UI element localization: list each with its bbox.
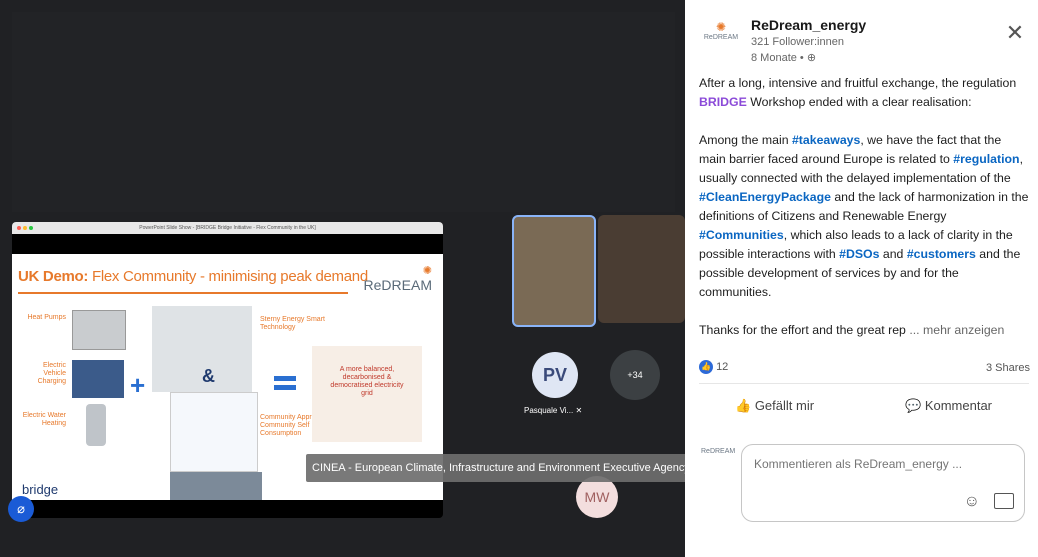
post-paragraph-1: After a long, intensive and fruitful exc…	[699, 74, 1029, 112]
ampersand-icon: &	[202, 366, 215, 386]
hashtag-cleanenergypackage[interactable]: #CleanEnergyPackage	[699, 190, 831, 204]
post-paragraph-2: Among the main #takeaways, we have the f…	[699, 131, 1029, 302]
reaction-number: 12	[716, 360, 729, 373]
share-count[interactable]: 3 Shares	[986, 362, 1030, 374]
ev-charging-image	[72, 360, 124, 398]
divider	[699, 383, 1029, 384]
like-badge-icon: 👍	[699, 360, 713, 374]
participant-name-text: Pasquale Vi...	[524, 406, 574, 415]
video-call-area: PowerPoint Slide Show - [BRIDGE Bridge I…	[0, 0, 703, 557]
globe-icon: ⊕	[806, 52, 817, 64]
thumbs-up-icon: 👍	[735, 398, 752, 413]
like-button[interactable]: 👍 Gefällt mir	[735, 398, 814, 414]
p2-text: Among the main	[699, 133, 792, 147]
follower-count: 321 Follower:innen	[751, 36, 844, 48]
participant-video[interactable]	[598, 215, 685, 323]
slide-title-accent: UK Demo:	[18, 268, 89, 285]
redream-logo: ✺ ReDREAM	[352, 264, 432, 293]
company-logo[interactable]: ✺ ReDREAM	[699, 20, 743, 50]
water-heater-image	[86, 404, 106, 446]
label-sterny: Sterny Energy Smart Technology	[260, 316, 325, 331]
bridge-tag[interactable]: BRIDGE	[699, 95, 747, 109]
post-paragraph-3: Thanks for the effort and the great rep …	[699, 321, 1029, 340]
network-diagram	[170, 392, 258, 472]
participant-video-active[interactable]	[512, 215, 596, 327]
hashtag-takeaways[interactable]: #takeaways	[792, 133, 860, 147]
hashtag-dsos[interactable]: #DSOs	[839, 247, 879, 261]
emoji-icon[interactable]: ☺	[964, 493, 980, 511]
comment-input[interactable]	[752, 453, 1006, 475]
commenter-avatar: ReDREAM	[701, 448, 736, 455]
label-grid: A more balanced, decarbonised & democrat…	[330, 366, 404, 397]
comment-button[interactable]: 💬 Kommentar	[905, 398, 992, 414]
label-ev-charging: Electric Vehicle Charging	[37, 362, 66, 385]
see-more-link[interactable]: ... mehr anzeigen	[906, 323, 1004, 337]
reaction-count[interactable]: 👍 12	[699, 360, 728, 374]
close-dot[interactable]	[17, 226, 21, 230]
mic-off-icon: ✕	[575, 406, 583, 415]
video-tile-top	[12, 12, 675, 212]
p2-text: and	[879, 247, 907, 261]
title-underline	[18, 292, 348, 294]
linkedin-post-panel: ✺ ReDREAM ReDream_energy 321 Follower:inn…	[685, 0, 1038, 557]
p1-text-after: Workshop ended with a clear realisation:	[746, 95, 972, 109]
image-icon[interactable]	[994, 493, 1014, 509]
equals-icon	[274, 376, 296, 381]
participant-avatar-mw[interactable]: MW	[576, 476, 618, 518]
hashtag-customers[interactable]: #customers	[907, 247, 976, 261]
hashtag-regulation[interactable]: #regulation	[953, 152, 1019, 166]
post-body: After a long, intensive and fruitful exc…	[699, 74, 1029, 340]
minimize-dot[interactable]	[23, 226, 27, 230]
logo-text: ReDREAM	[363, 277, 432, 293]
comment-label: Kommentar	[924, 398, 993, 413]
heat-pump-image	[72, 310, 126, 350]
comment-box[interactable]: ☺	[741, 444, 1025, 522]
more-participants-button[interactable]: +34	[610, 350, 660, 400]
slide-title: UK Demo: Flex Community - minimising pea…	[18, 268, 368, 285]
slide-title-main: Flex Community - minimising peak demand	[88, 268, 368, 285]
post-age: 8 Monate • ⊕	[751, 51, 816, 64]
maximize-dot[interactable]	[29, 226, 33, 230]
label-water-heating: Electric Water Heating	[22, 412, 66, 427]
slideshow-titlebar: PowerPoint Slide Show - [BRIDGE Bridge I…	[12, 222, 443, 234]
tag-icon[interactable]: ⌀	[8, 496, 34, 522]
hashtag-communities[interactable]: #Communities	[699, 228, 784, 242]
slideshow-window-title: PowerPoint Slide Show - [BRIDGE Bridge I…	[139, 225, 316, 231]
tooltip: CINEA - European Climate, Infrastructure…	[306, 454, 703, 482]
participant-name: Pasquale Vi... ✕	[524, 406, 582, 415]
post-age-text: 8 Monate •	[751, 52, 804, 64]
bridge-logo: bridge	[22, 482, 59, 497]
close-icon[interactable]: ✕	[1004, 22, 1026, 44]
plus-icon: +	[130, 370, 146, 400]
p3-text: Thanks for the effort and the great rep	[699, 323, 906, 337]
logo-mark-icon: ✺	[715, 20, 727, 34]
logo-mark-icon: ✺	[422, 265, 432, 277]
participant-avatar-pv[interactable]: PV	[532, 352, 578, 398]
company-name[interactable]: ReDream_energy	[751, 17, 866, 33]
label-heat-pumps: Heat Pumps	[27, 314, 66, 321]
like-label: Gefällt mir	[754, 398, 815, 413]
comment-icon: 💬	[905, 398, 922, 413]
p1-text: After a long, intensive and fruitful exc…	[699, 76, 1017, 90]
community-photo	[170, 472, 262, 500]
